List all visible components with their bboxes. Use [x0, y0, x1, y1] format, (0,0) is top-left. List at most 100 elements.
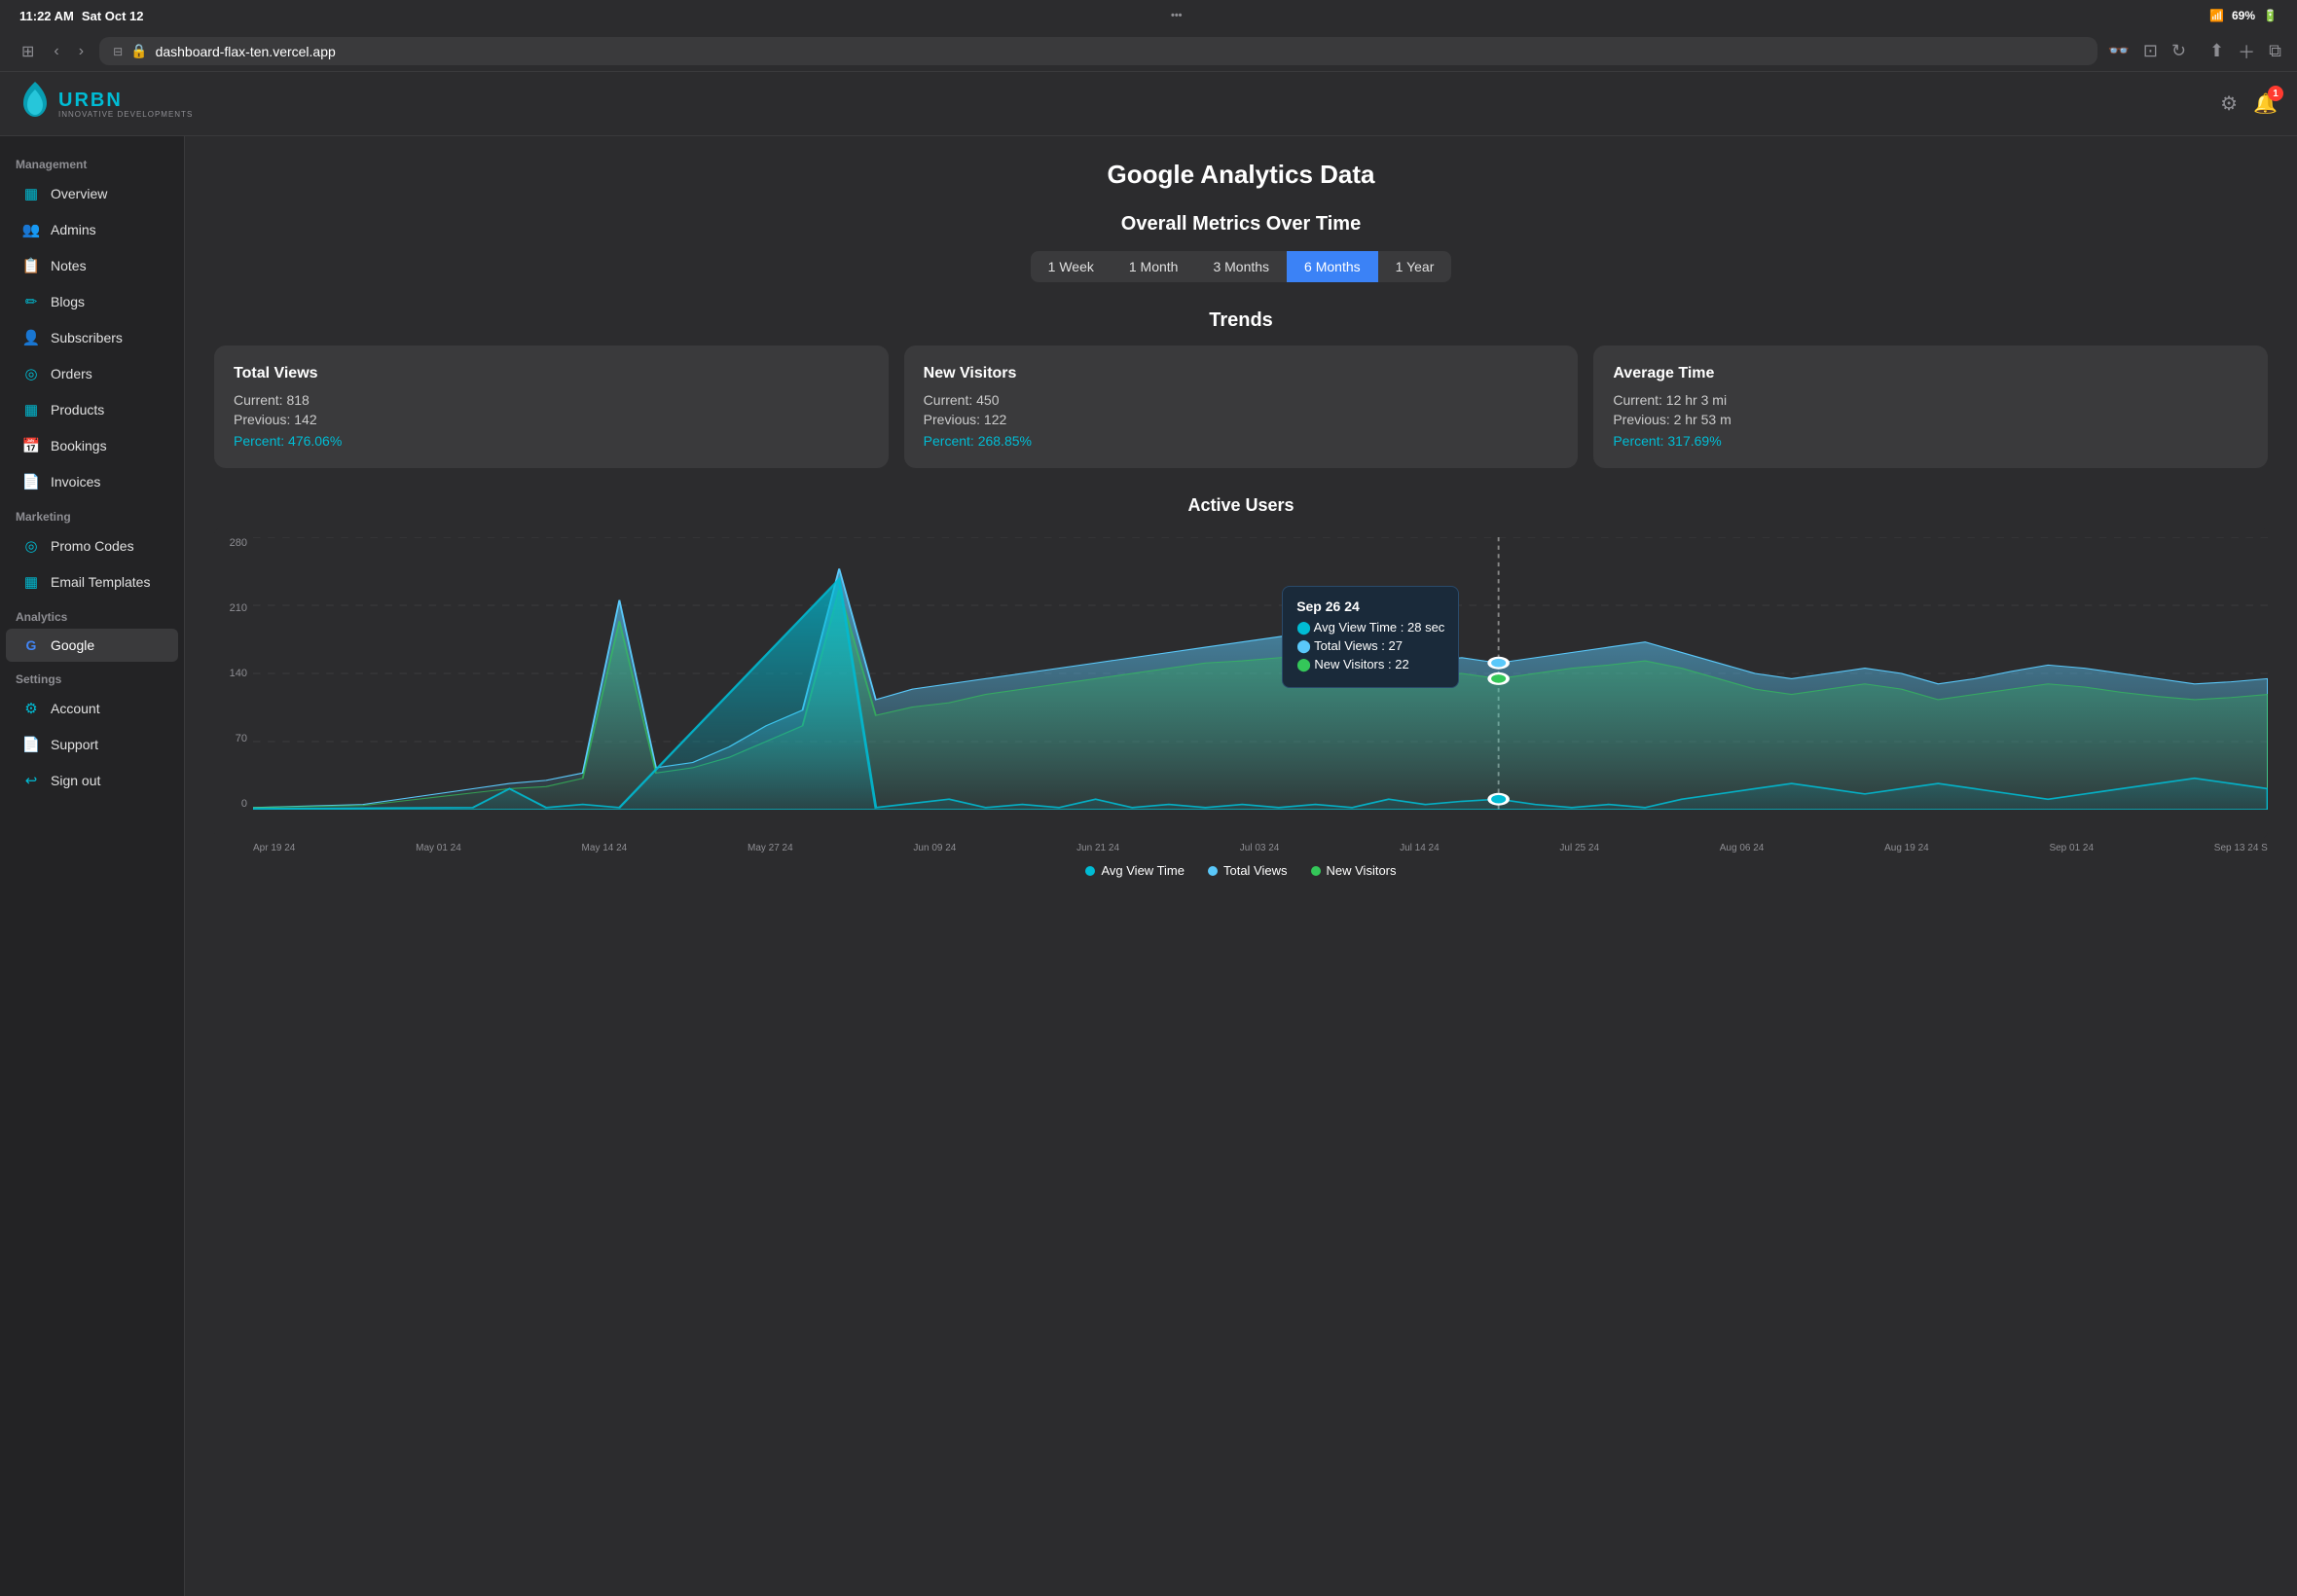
sidebar-item-label: Invoices [51, 474, 100, 490]
sidebar-item-overview[interactable]: ▦ Overview [6, 176, 178, 211]
sidebar-item-notes[interactable]: 📋 Notes [6, 248, 178, 283]
x-label: Jun 21 24 [1076, 843, 1119, 853]
time-filters: 1 Week 1 Month 3 Months 6 Months 1 Year [214, 251, 2268, 282]
sidebar-item-label: Notes [51, 258, 87, 273]
back-button[interactable]: ‹ [48, 39, 64, 64]
sidebar-item-orders[interactable]: ◎ Orders [6, 356, 178, 391]
analytics-section-label: Analytics [0, 600, 184, 628]
trend-card-title: New Visitors [924, 365, 1559, 382]
filter-3months[interactable]: 3 Months [1195, 251, 1287, 282]
battery: 69% [2232, 9, 2255, 22]
sidebar-item-label: Overview [51, 186, 107, 201]
x-label: Apr 19 24 [253, 843, 295, 853]
sidebar-item-support[interactable]: 📄 Support [6, 727, 178, 762]
sidebar-item-products[interactable]: ▦ Products [6, 392, 178, 427]
app-header: URBN INNOVATIVE DEVELOPMENTS ⚙ 🔔 1 [0, 72, 2297, 136]
chart-container: 280 210 140 70 0 [214, 527, 2268, 839]
y-label: 210 [230, 602, 247, 614]
sidebar-item-google[interactable]: G Google [6, 629, 178, 662]
percent-label: Percent: 476.06% [234, 433, 869, 449]
page-title: Google Analytics Data [214, 160, 2268, 190]
legend-dot-green [1311, 866, 1321, 876]
chart-area: 280 210 140 70 0 [214, 527, 2268, 853]
orders-icon: ◎ [21, 365, 41, 382]
sidebar-item-label: Email Templates [51, 574, 150, 590]
sidebar-toggle-button[interactable]: ⊞ [16, 38, 40, 65]
google-icon: G [21, 637, 41, 653]
x-label: Jul 03 24 [1240, 843, 1280, 853]
sidebar-item-blogs[interactable]: ✏ Blogs [6, 284, 178, 319]
x-label: Jul 25 24 [1559, 843, 1599, 853]
trend-card-total-views: Total Views Current: 818 Previous: 142 P… [214, 345, 889, 468]
share-icon[interactable]: ⬆ [2209, 41, 2224, 61]
legend-dot-teal [1085, 866, 1095, 876]
sidebar-item-admins[interactable]: 👥 Admins [6, 212, 178, 247]
tooltip-new-visitors: ⬤ New Visitors : 22 [1296, 657, 1444, 672]
forward-button[interactable]: › [73, 39, 90, 64]
tabs-icon[interactable]: ⧉ [2269, 41, 2281, 61]
chart-svg [253, 537, 2268, 810]
marketing-section-label: Marketing [0, 500, 184, 527]
trend-card-title: Total Views [234, 365, 869, 382]
legend-label: New Visitors [1327, 863, 1397, 878]
status-bar: 11:22 AM Sat Oct 12 ••• 📶 69% 🔋 [0, 0, 2297, 31]
x-label: May 14 24 [582, 843, 628, 853]
tooltip-avg-view-time: ⬤ Avg View Time : 28 sec [1296, 620, 1444, 635]
sidebar-item-subscribers[interactable]: 👤 Subscribers [6, 320, 178, 355]
previous-label: Previous: 2 hr 53 m [1613, 412, 2248, 427]
main-content: Google Analytics Data Overall Metrics Ov… [185, 136, 2297, 1596]
legend-new-visitors: New Visitors [1311, 863, 1397, 878]
sidebar-item-label: Subscribers [51, 330, 123, 345]
date: Sat Oct 12 [82, 9, 144, 23]
filter-6months[interactable]: 6 Months [1287, 251, 1378, 282]
promo-codes-icon: ◎ [21, 537, 41, 555]
notification-button[interactable]: 🔔 1 [2253, 91, 2278, 116]
header-actions: ⚙ 🔔 1 [2220, 91, 2278, 116]
add-tab-icon[interactable]: ＋ [2238, 39, 2255, 64]
filter-1week[interactable]: 1 Week [1031, 251, 1112, 282]
bookings-icon: 📅 [21, 437, 41, 454]
trend-card-average-time: Average Time Current: 12 hr 3 mi Previou… [1593, 345, 2268, 468]
sidebar-item-label: Products [51, 402, 104, 417]
x-label: May 01 24 [416, 843, 461, 853]
x-label: Sep 13 24 S [2214, 843, 2268, 853]
settings-icon[interactable]: ⚙ [2220, 91, 2238, 116]
tooltip-date: Sep 26 24 [1296, 598, 1444, 614]
sidebar-item-promo-codes[interactable]: ◎ Promo Codes [6, 528, 178, 563]
sidebar-item-account[interactable]: ⚙ Account [6, 691, 178, 726]
main-layout: Management ▦ Overview 👥 Admins 📋 Notes ✏… [0, 136, 2297, 1596]
sidebar-item-invoices[interactable]: 📄 Invoices [6, 464, 178, 499]
y-label: 280 [230, 537, 247, 549]
sidebar-item-label: Google [51, 637, 94, 653]
filter-1month[interactable]: 1 Month [1112, 251, 1196, 282]
tooltip-total-views: ⬤ Total Views : 27 [1296, 638, 1444, 654]
sidebar-item-email-templates[interactable]: ▦ Email Templates [6, 564, 178, 599]
account-icon: ⚙ [21, 700, 41, 717]
legend-avg-view-time: Avg View Time [1085, 863, 1185, 878]
notification-badge: 1 [2268, 86, 2283, 101]
url-bar[interactable]: ⊟ 🔒 dashboard-flax-ten.vercel.app [99, 37, 2097, 65]
chart-legend: Avg View Time Total Views New Visitors [214, 863, 2268, 878]
x-label: Jul 14 24 [1400, 843, 1440, 853]
legend-total-views: Total Views [1208, 863, 1288, 878]
previous-label: Previous: 142 [234, 412, 869, 427]
tab-icon[interactable]: ⊡ [2143, 41, 2158, 61]
sidebar-item-bookings[interactable]: 📅 Bookings [6, 428, 178, 463]
trends-cards: Total Views Current: 818 Previous: 142 P… [214, 345, 2268, 468]
products-icon: ▦ [21, 401, 41, 418]
sidebar-item-label: Account [51, 701, 100, 716]
wifi-icon: 📶 [2209, 9, 2224, 22]
glasses-icon[interactable]: 👓 [2107, 41, 2129, 61]
percent-label: Percent: 268.85% [924, 433, 1559, 449]
x-label: Aug 19 24 [1884, 843, 1929, 853]
x-label: Aug 06 24 [1720, 843, 1765, 853]
sidebar-item-sign-out[interactable]: ↩ Sign out [6, 763, 178, 798]
current-label: Current: 12 hr 3 mi [1613, 392, 2248, 408]
chart-y-axis: 280 210 140 70 0 [214, 537, 253, 810]
trends-title: Trends [214, 309, 2268, 332]
metrics-title: Overall Metrics Over Time [214, 213, 2268, 236]
filter-1year[interactable]: 1 Year [1378, 251, 1452, 282]
sidebar-item-label: Sign out [51, 773, 100, 788]
refresh-icon[interactable]: ↻ [2171, 41, 2186, 61]
sidebar-item-label: Bookings [51, 438, 107, 453]
